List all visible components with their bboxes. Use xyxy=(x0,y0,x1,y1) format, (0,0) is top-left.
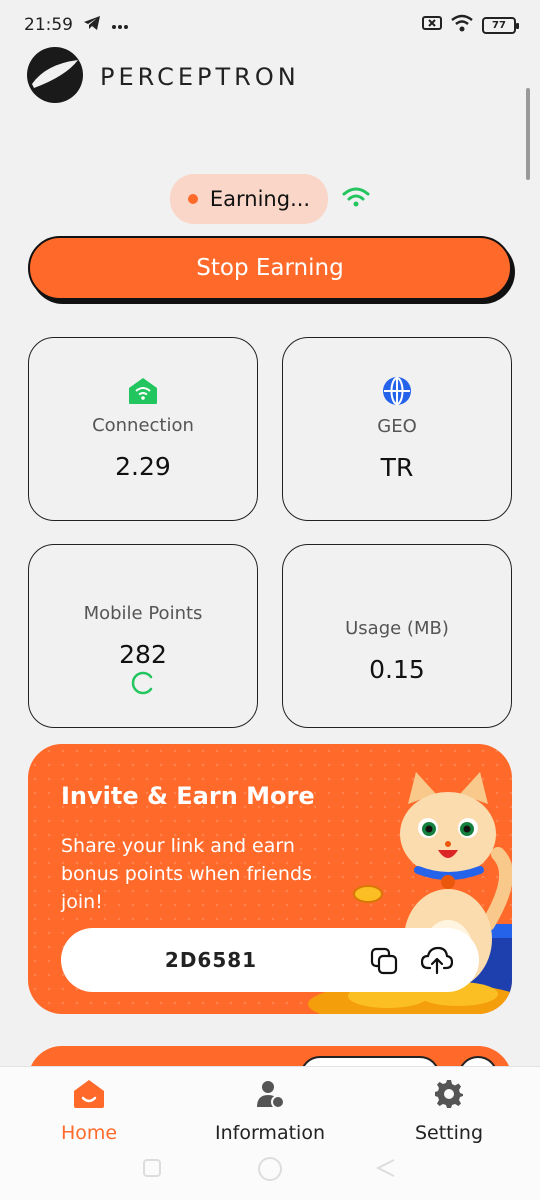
brand-name: PERCEPTRON xyxy=(100,63,300,91)
telegram-icon xyxy=(83,15,101,36)
loading-spinner-icon xyxy=(131,671,155,699)
brand-header: PERCEPTRON xyxy=(26,46,300,108)
home-wifi-icon xyxy=(128,377,158,409)
invite-title: Invite & Earn More xyxy=(61,782,315,810)
user-group-icon xyxy=(255,1079,285,1114)
globe-icon xyxy=(382,376,412,410)
battery-icon: 77 xyxy=(482,16,519,34)
earning-status-label: Earning... xyxy=(209,187,311,211)
nav-setting[interactable]: Setting xyxy=(374,1079,524,1144)
status-left: 21:59 xyxy=(24,15,129,36)
status-bar: 21:59 77 xyxy=(0,0,540,50)
usage-label: Usage (MB) xyxy=(345,618,449,639)
perceptron-logo-icon xyxy=(26,46,84,108)
battery-level: 77 xyxy=(492,19,506,31)
upload-cloud-icon[interactable] xyxy=(420,946,454,980)
usage-value: 0.15 xyxy=(369,655,425,684)
system-nav-bar xyxy=(0,1150,540,1190)
wifi-icon xyxy=(450,14,474,37)
invite-description: Share your link and earn bonus points wh… xyxy=(61,835,312,913)
referral-code-box: 2D6581 xyxy=(61,928,479,992)
home-system-icon[interactable] xyxy=(257,1156,283,1186)
gear-icon xyxy=(434,1079,464,1114)
mobile-points-card: Mobile Points 282 xyxy=(28,544,258,728)
nav-information-label: Information xyxy=(215,1122,325,1144)
mobile-points-value: 282 xyxy=(119,640,167,669)
invite-card: Invite & Earn More Share your link and e… xyxy=(28,744,512,1014)
nav-information[interactable]: Information xyxy=(195,1079,345,1144)
nav-home[interactable]: Home xyxy=(14,1079,164,1144)
earning-status-pill: Earning... xyxy=(169,174,329,224)
status-right: 77 xyxy=(422,14,519,37)
nav-home-label: Home xyxy=(60,1122,118,1144)
wifi-signal-icon xyxy=(342,186,370,212)
mobile-points-label: Mobile Points xyxy=(83,603,203,624)
sim-off-icon xyxy=(422,15,442,36)
connection-value: 2.29 xyxy=(115,452,171,481)
nav-setting-label: Setting xyxy=(414,1122,484,1144)
status-dot xyxy=(187,194,198,204)
connection-label: Connection xyxy=(92,415,194,436)
usage-card: Usage (MB) 0.15 xyxy=(282,544,512,728)
recents-icon[interactable] xyxy=(142,1158,162,1182)
clock: 21:59 xyxy=(24,15,73,35)
earning-status-row: Earning... xyxy=(0,174,540,224)
geo-label: GEO xyxy=(377,416,417,437)
geo-value: TR xyxy=(380,453,414,482)
connection-card: Connection 2.29 xyxy=(28,337,258,521)
scrollbar[interactable] xyxy=(526,88,530,180)
more-dots-icon xyxy=(111,15,129,35)
home-icon xyxy=(73,1079,105,1114)
stop-earning-button[interactable]: Stop Earning xyxy=(28,236,512,300)
referral-code[interactable]: 2D6581 xyxy=(61,948,361,972)
copy-icon[interactable] xyxy=(369,946,399,980)
geo-card: GEO TR xyxy=(282,337,512,521)
back-icon[interactable] xyxy=(375,1158,396,1182)
